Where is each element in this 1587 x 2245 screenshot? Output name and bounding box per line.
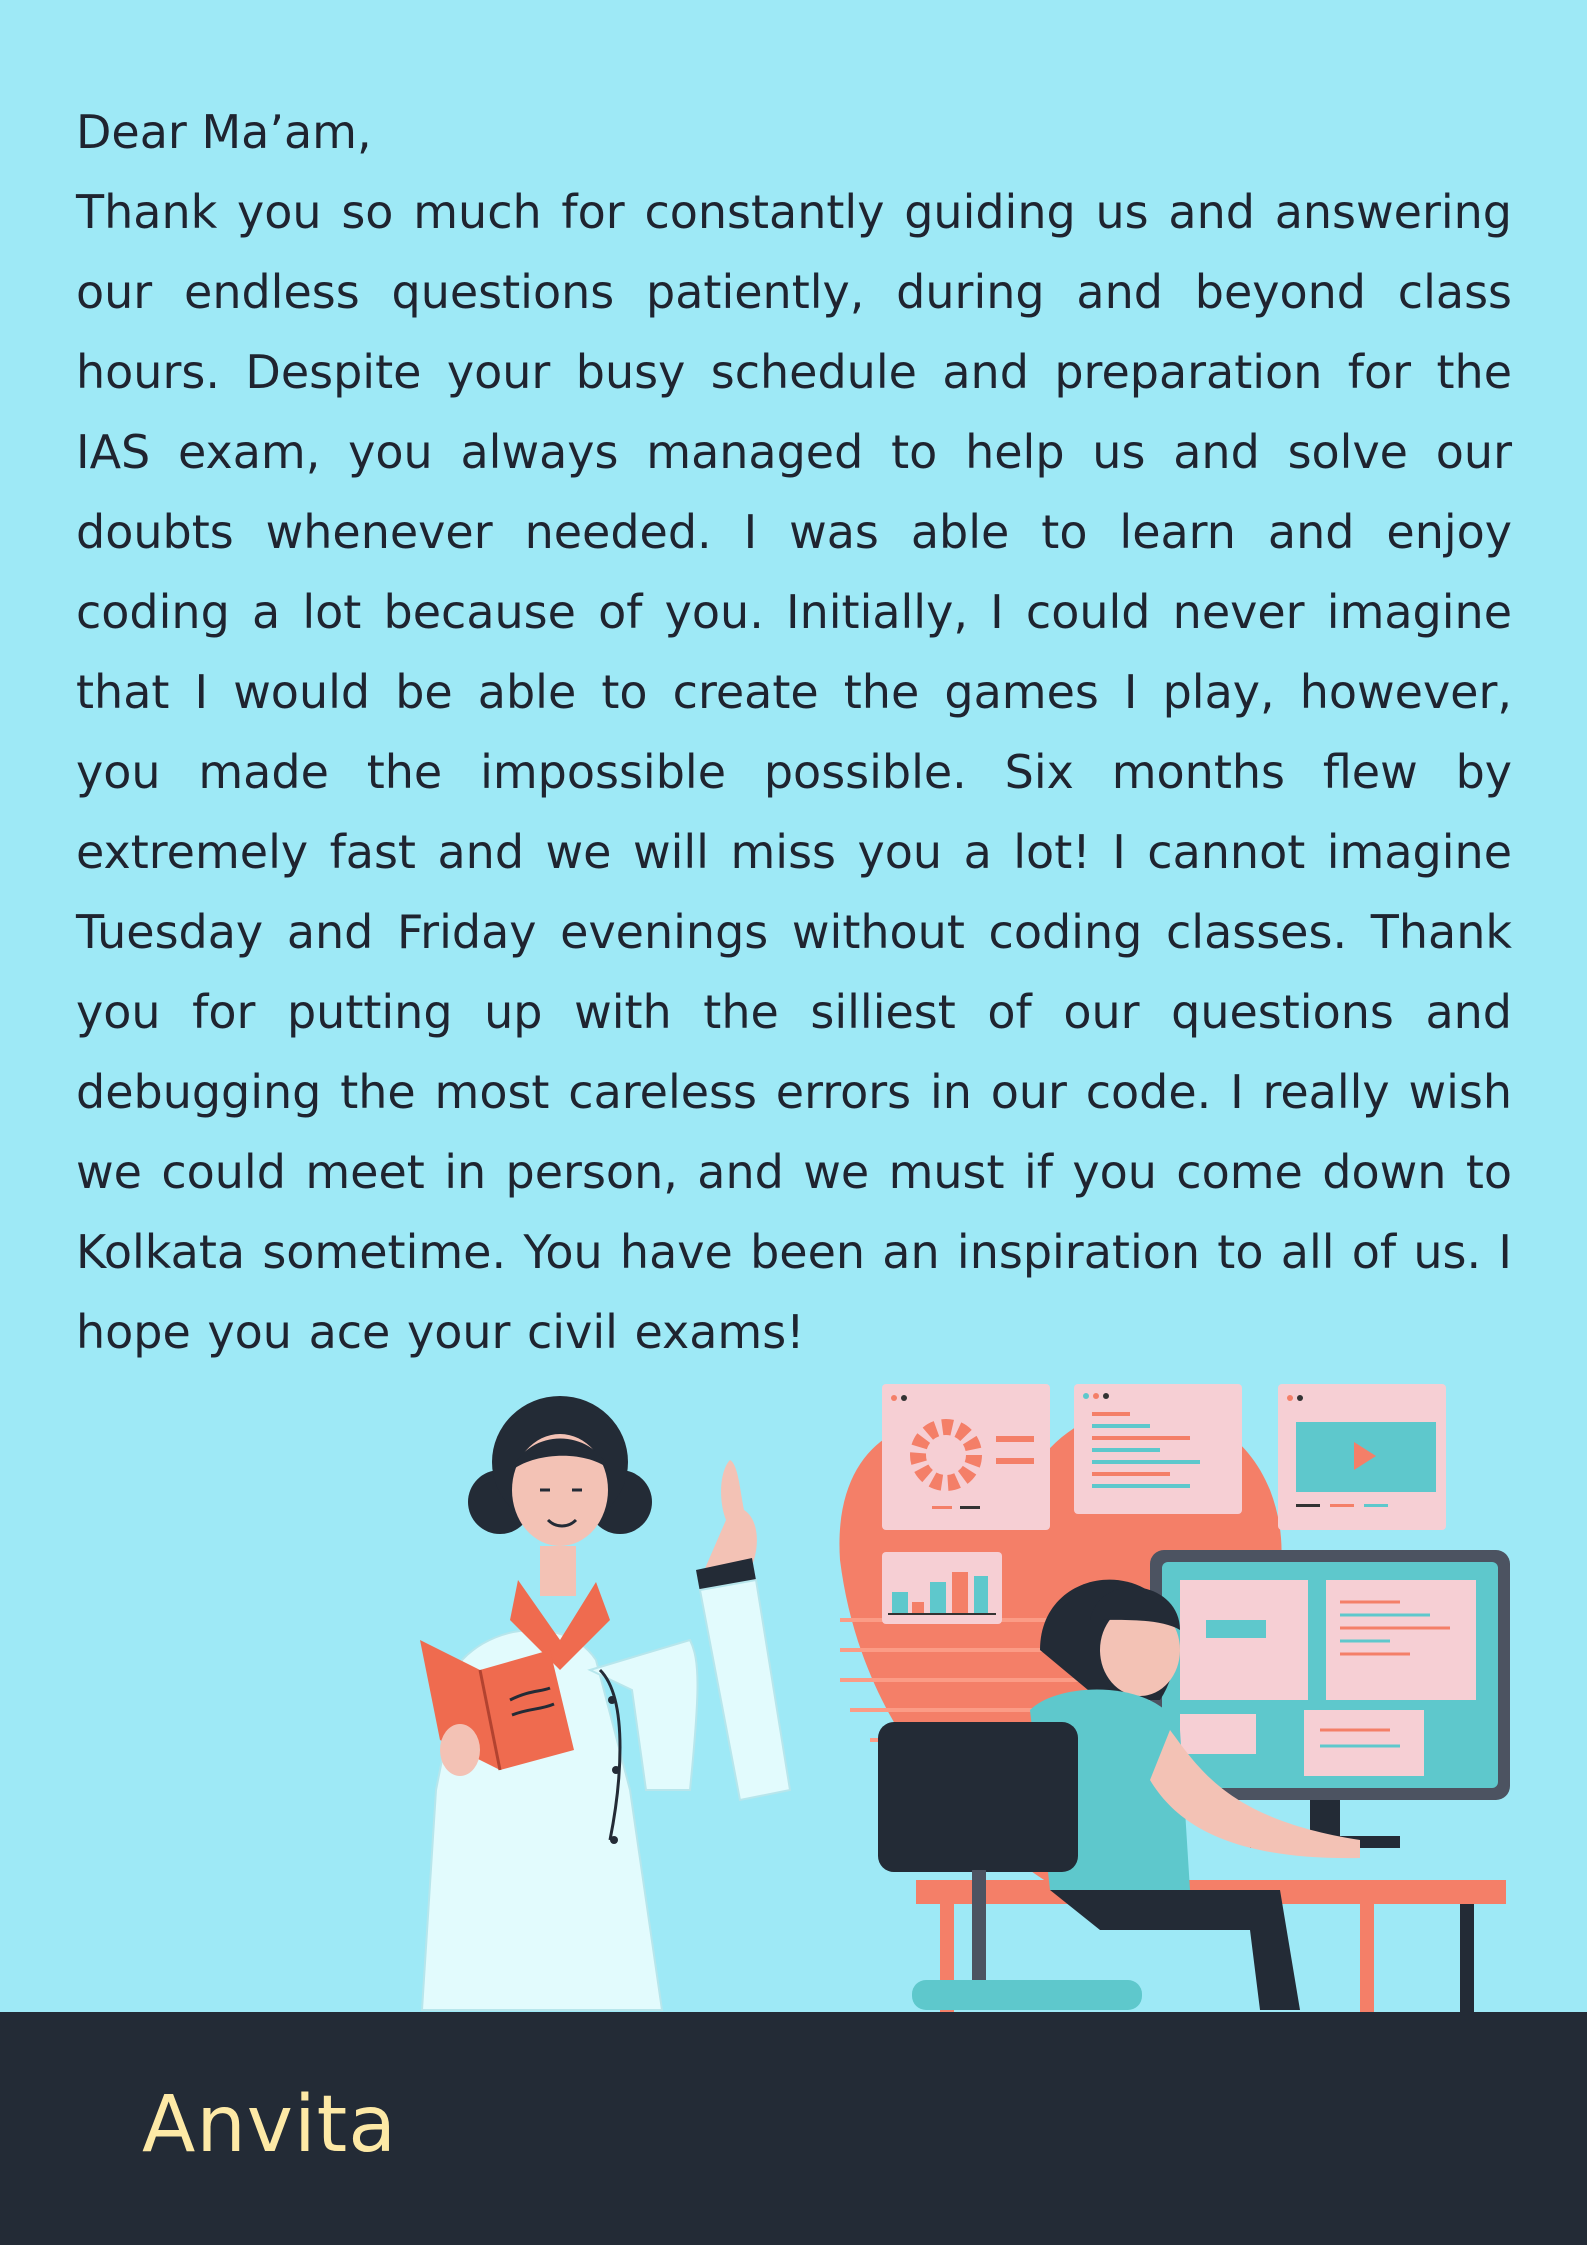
code-window-icon [1074,1384,1242,1514]
coding-class-illustration [420,1384,1510,2014]
settings-window-icon [882,1384,1050,1530]
letter-greeting: Dear Ma’am, [76,105,372,159]
letter-body: Thank you so much for constantly guiding… [76,185,1512,1359]
letter-page: Dear Ma’am, Thank you so much for consta… [0,0,1587,2245]
video-window-icon [1278,1384,1446,1530]
teacher-figure [420,1396,792,2011]
letter-text: Dear Ma’am, Thank you so much for consta… [76,92,1512,1372]
chart-window-icon [882,1552,1002,1624]
signature-name: Anvita [142,2080,398,2170]
